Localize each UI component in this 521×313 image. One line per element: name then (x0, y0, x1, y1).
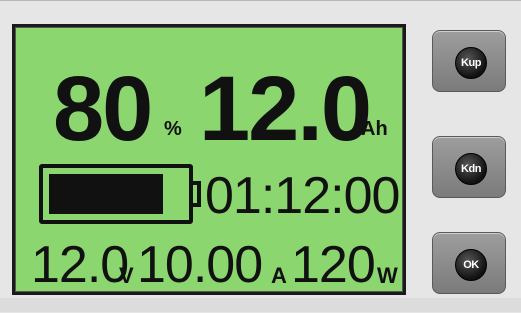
voltage-value: 12.0 (31, 239, 128, 291)
battery-icon (39, 164, 193, 224)
lcd-display: 80 % 12.0 Ah 01:12:00 12.0 V 10.00 A 120… (12, 24, 406, 295)
current-unit: A (271, 265, 287, 287)
battery-level-fill (49, 174, 163, 214)
panel-bottom-edge (0, 298, 521, 312)
kup-button[interactable]: Kup (432, 30, 506, 92)
kup-button-label: Kup (455, 47, 487, 79)
current-value: 10.00 (137, 239, 262, 291)
battery-terminal-icon (193, 181, 201, 207)
kdn-button[interactable]: Kdn (432, 136, 506, 198)
soc-unit: % (164, 119, 182, 139)
voltage-unit: V (119, 265, 134, 287)
capacity-unit: Ah (361, 119, 388, 139)
kdn-button-label: Kdn (455, 153, 487, 185)
soc-value: 80 (53, 63, 151, 155)
timer-value: 01:12:00 (205, 170, 399, 222)
capacity-value: 12.0 (199, 63, 370, 155)
ok-button[interactable]: OK (432, 232, 506, 294)
power-unit: W (377, 265, 398, 287)
ok-button-label: OK (455, 249, 487, 281)
power-value: 120 (291, 239, 375, 291)
